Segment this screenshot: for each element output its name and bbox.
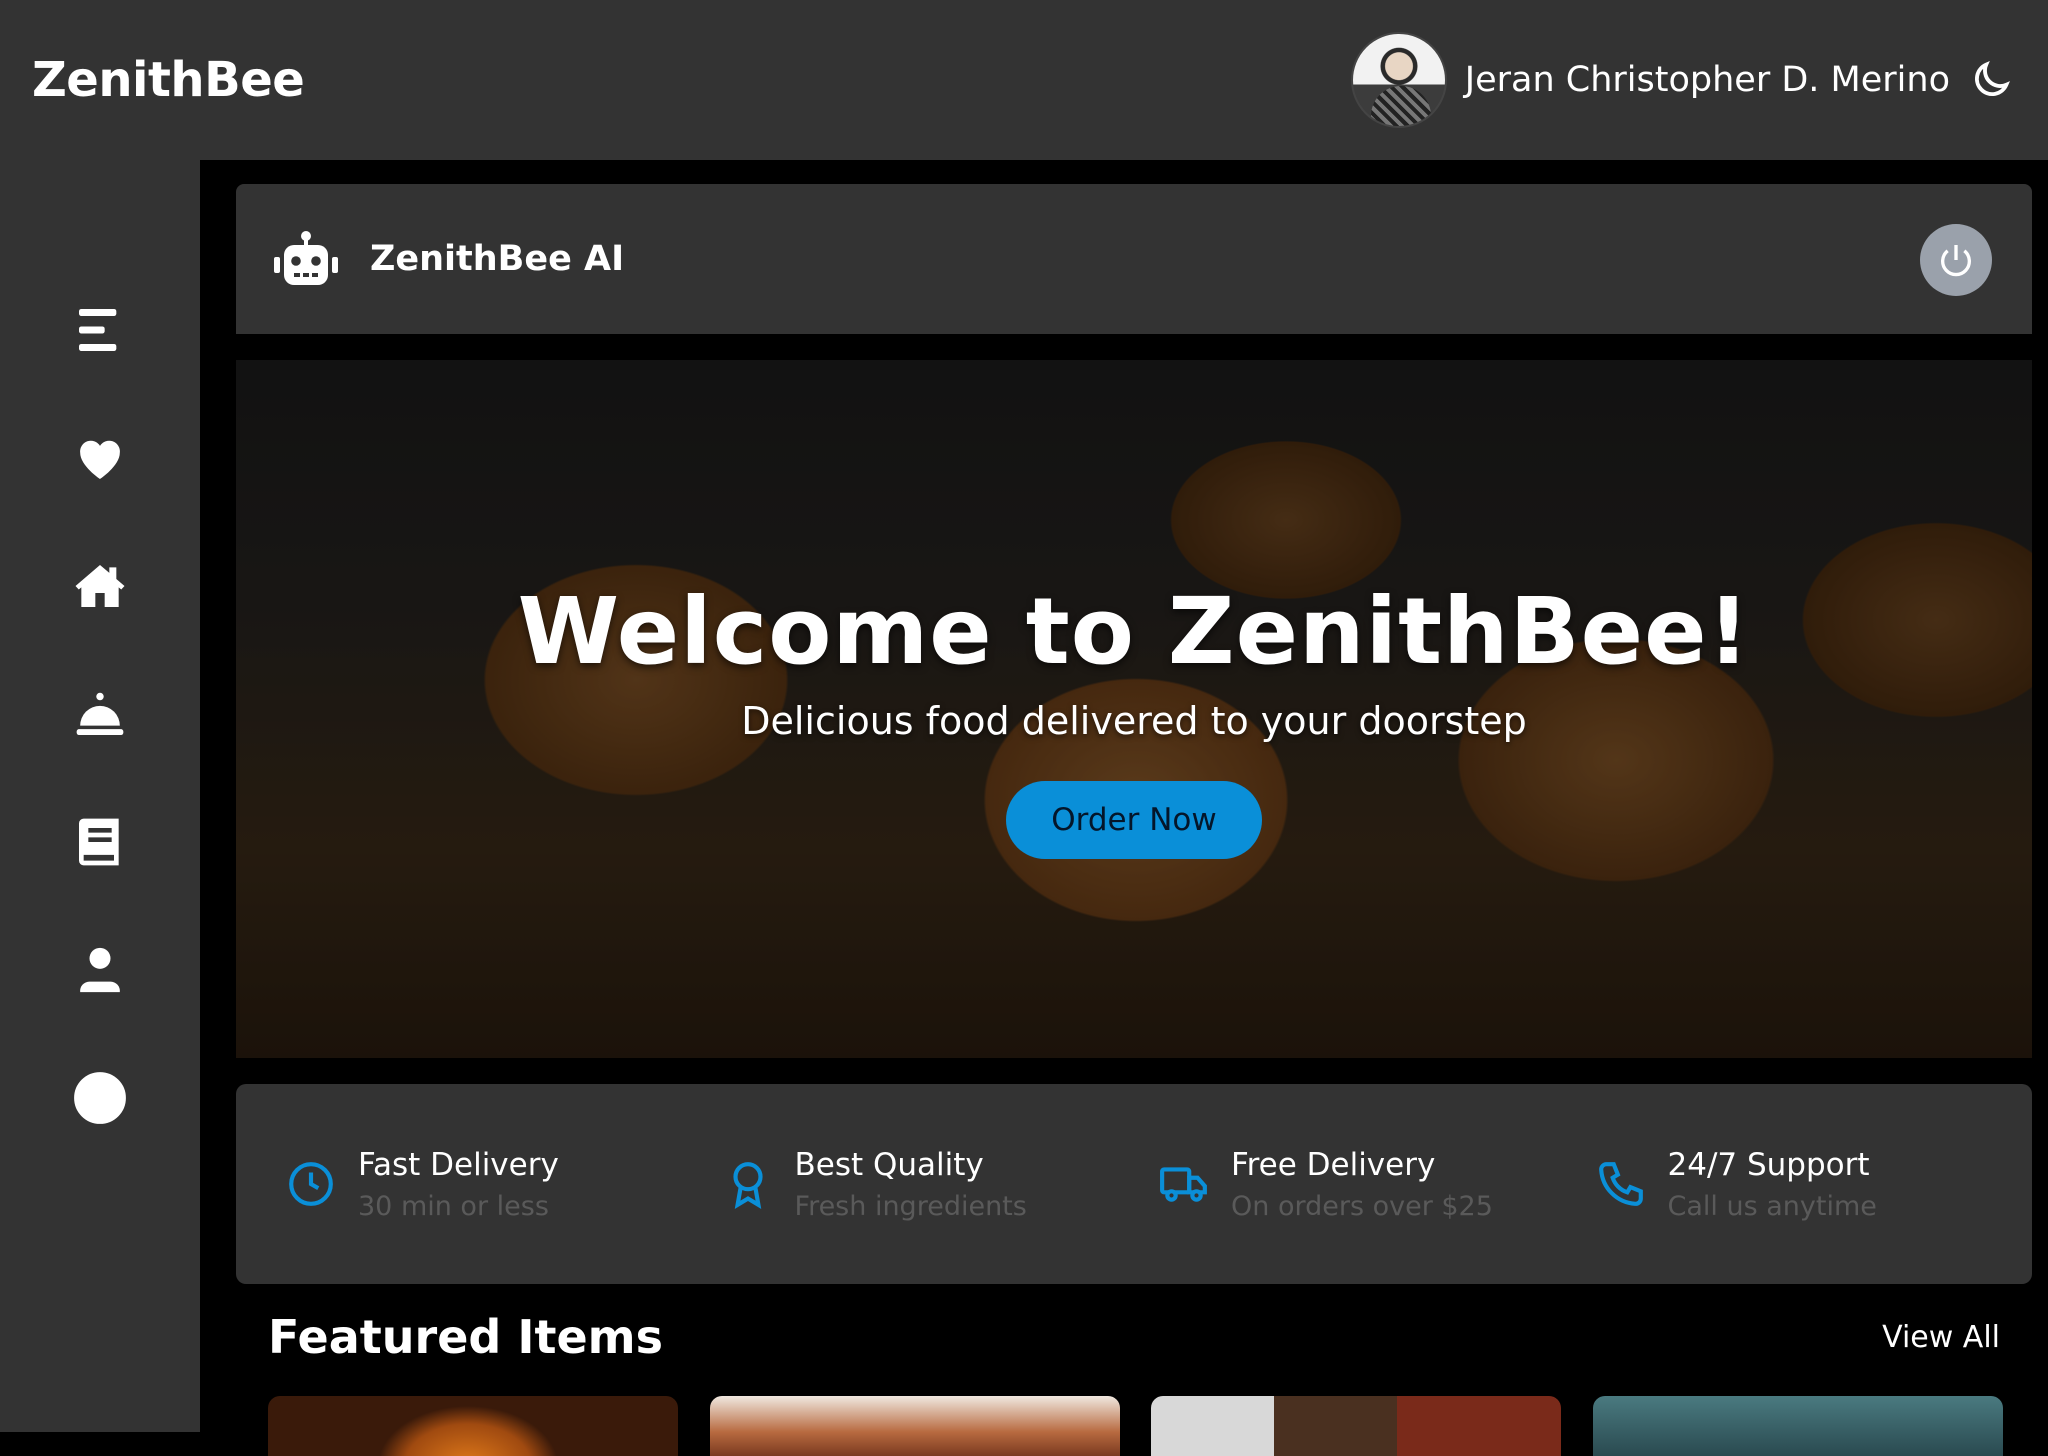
moon-icon[interactable] xyxy=(1968,57,2014,103)
brand-logo[interactable]: ZenithBee xyxy=(32,52,305,108)
ai-title: ZenithBee AI xyxy=(370,239,625,279)
phone-icon xyxy=(1598,1162,1643,1206)
feature-item: Free Delivery On orders over $25 xyxy=(1159,1084,1596,1284)
feature-desc: On orders over $25 xyxy=(1231,1190,1493,1222)
feature-desc: Call us anytime xyxy=(1667,1190,1877,1222)
sidebar xyxy=(0,160,200,1432)
feature-title: 24/7 Support xyxy=(1667,1146,1870,1183)
feature-item: Best Quality Fresh ingredients xyxy=(723,1084,1160,1284)
features-strip: Fast Delivery 30 min or less Best Qualit… xyxy=(236,1084,2032,1284)
award-icon xyxy=(732,1162,763,1209)
feature-item: 24/7 Support Call us anytime xyxy=(1596,1084,2033,1284)
featured-card[interactable] xyxy=(1151,1396,1561,1456)
view-all-link[interactable]: View All xyxy=(1882,1320,2000,1355)
featured-header: Featured Items View All xyxy=(268,1310,2000,1364)
feature-desc: 30 min or less xyxy=(358,1190,549,1222)
featured-title: Featured Items xyxy=(268,1310,663,1364)
featured-card[interactable] xyxy=(268,1396,678,1456)
feature-title: Best Quality xyxy=(794,1146,984,1183)
user-area: Jeran Christopher D. Merino xyxy=(1350,32,2014,128)
feature-item: Fast Delivery 30 min or less xyxy=(286,1084,723,1284)
robot-icon xyxy=(274,231,338,285)
hero-content: Welcome to ZenithBee! Delicious food del… xyxy=(236,360,2032,1058)
featured-card[interactable] xyxy=(1593,1396,2003,1456)
feature-title: Fast Delivery xyxy=(358,1146,559,1183)
power-icon[interactable] xyxy=(70,1068,130,1128)
featured-card[interactable] xyxy=(710,1396,1120,1456)
power-icon xyxy=(1941,245,1971,277)
clock-icon xyxy=(289,1162,333,1206)
menu-icon[interactable] xyxy=(70,300,130,360)
ai-power-button[interactable] xyxy=(1920,224,1992,296)
ai-bar: ZenithBee AI xyxy=(236,184,2032,334)
truck-icon xyxy=(1160,1167,1207,1202)
hero-subtitle: Delicious food delivered to your doorste… xyxy=(741,699,1527,743)
feature-desc: Fresh ingredients xyxy=(794,1190,1027,1222)
home-icon[interactable] xyxy=(70,556,130,616)
heart-icon[interactable] xyxy=(70,428,130,488)
hero-title: Welcome to ZenithBee! xyxy=(517,578,1751,685)
order-now-button[interactable]: Order Now xyxy=(1006,781,1262,859)
bell-service-icon[interactable] xyxy=(70,684,130,744)
hero-banner: Welcome to ZenithBee! Delicious food del… xyxy=(236,360,2032,1058)
feature-title: Free Delivery xyxy=(1231,1146,1436,1183)
user-icon[interactable] xyxy=(70,940,130,1000)
book-icon[interactable] xyxy=(70,812,130,872)
top-bar: ZenithBee Jeran Christopher D. Merino xyxy=(0,0,2048,160)
avatar[interactable] xyxy=(1350,32,1447,128)
main-content: ZenithBee AI Welcome to ZenithBee! Delic… xyxy=(200,160,2048,1456)
user-name[interactable]: Jeran Christopher D. Merino xyxy=(1465,60,1950,100)
